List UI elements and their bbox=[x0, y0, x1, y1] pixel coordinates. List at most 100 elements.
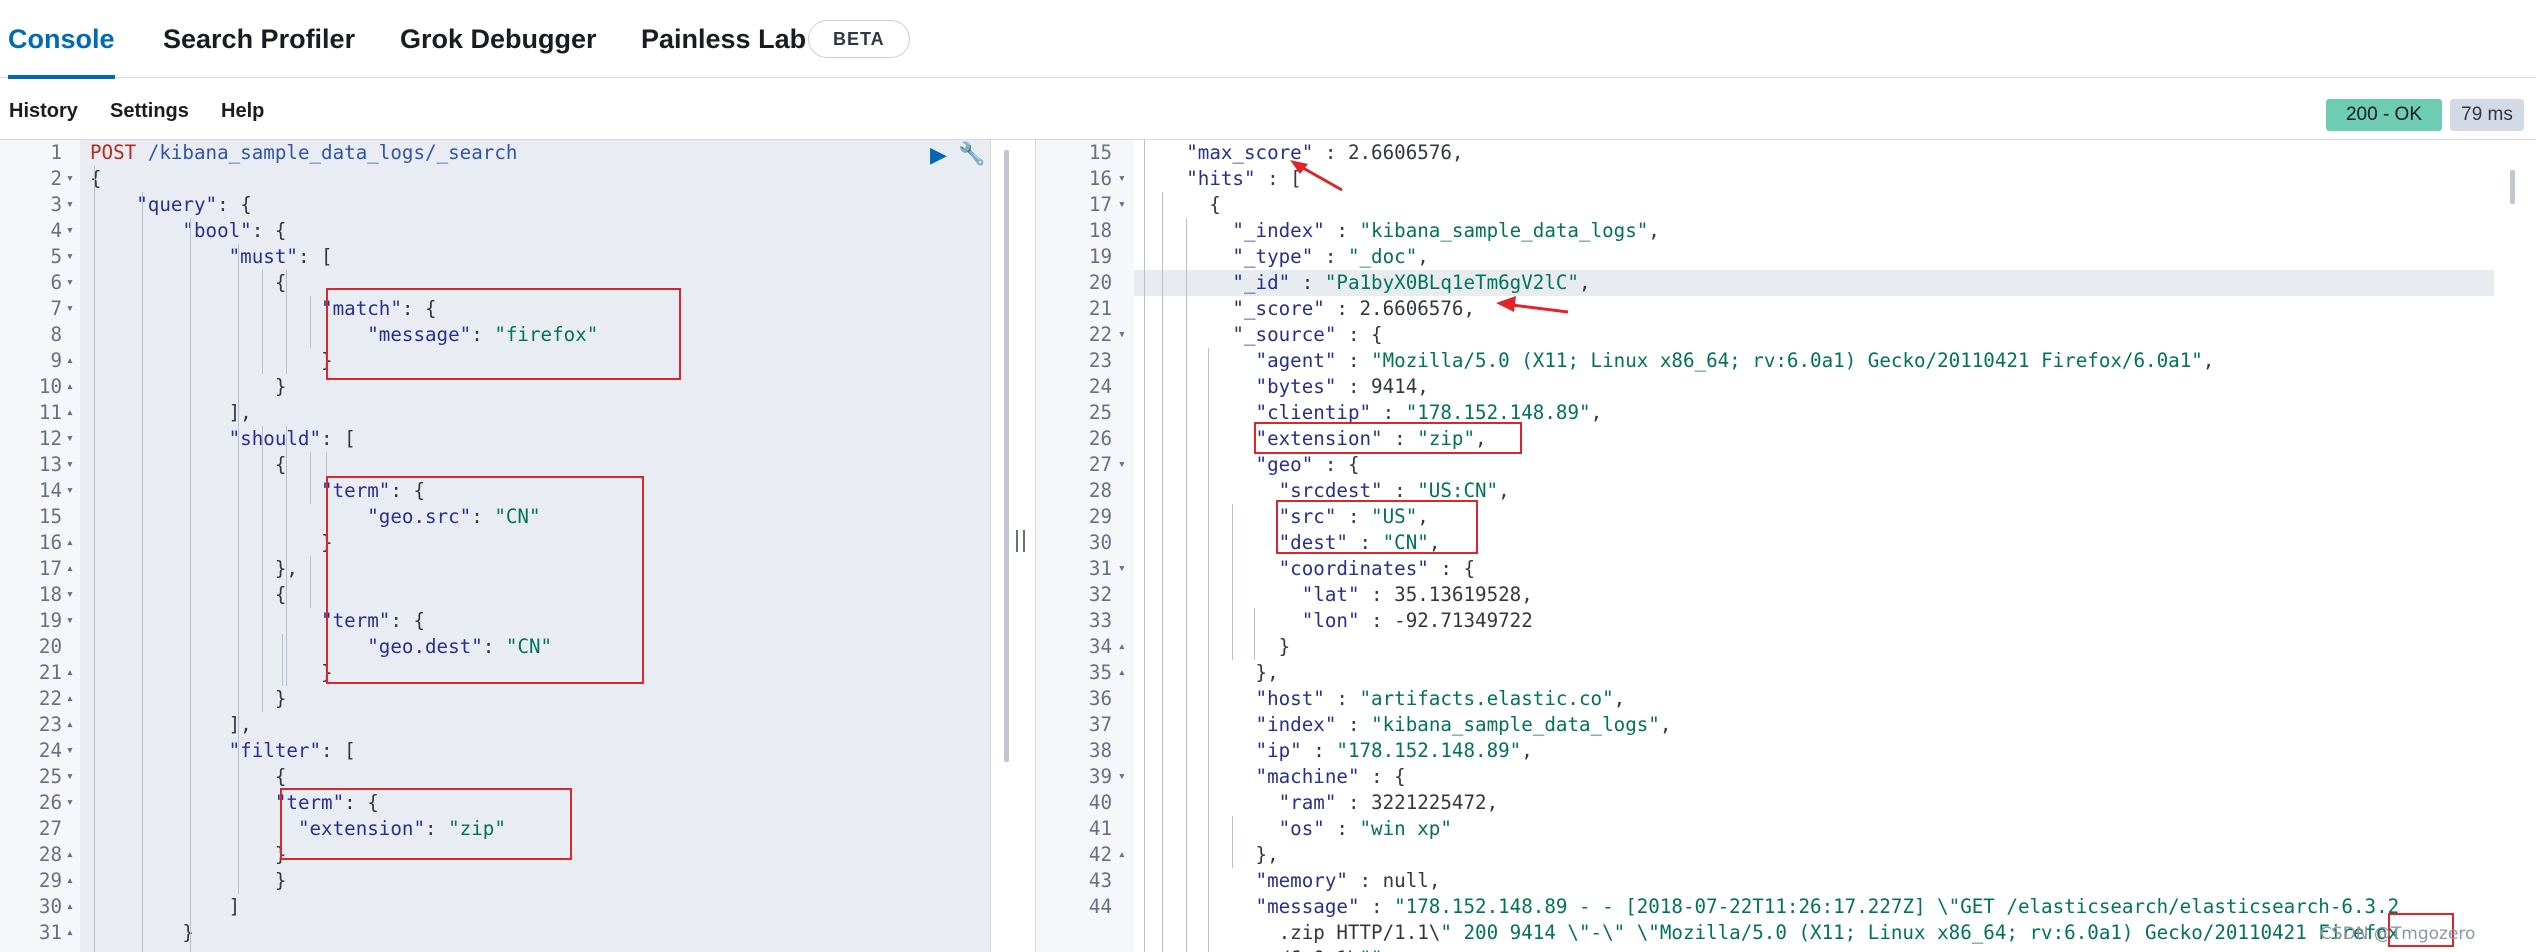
request-line[interactable]: 5 ▾ "must": [ bbox=[0, 244, 990, 270]
response-line[interactable]: 40 "ram" : 3221225472, bbox=[1036, 790, 2536, 816]
response-line[interactable]: 27 ▾ "geo" : { bbox=[1036, 452, 2536, 478]
fold-collapsed-icon[interactable]: ▴ bbox=[1118, 634, 1126, 660]
response-line[interactable]: 29 "src" : "US", bbox=[1036, 504, 2536, 530]
fold-expanded-icon[interactable]: ▾ bbox=[1118, 556, 1126, 582]
request-line[interactable]: 4 ▾ "bool": { bbox=[0, 218, 990, 244]
request-line[interactable]: 29 ▴ } bbox=[0, 868, 990, 894]
tab-painless-lab[interactable]: Painless Lab bbox=[641, 0, 806, 78]
response-line[interactable]: 43 "memory" : null, bbox=[1036, 868, 2536, 894]
response-line[interactable]: 30 "dest" : "CN", bbox=[1036, 530, 2536, 556]
pane-divider[interactable] bbox=[990, 140, 1036, 952]
response-line[interactable]: 37 "index" : "kibana_sample_data_logs", bbox=[1036, 712, 2536, 738]
tab-grok-debugger[interactable]: Grok Debugger bbox=[400, 0, 597, 78]
response-line[interactable]: 33 "lon" : -92.71349722 bbox=[1036, 608, 2536, 634]
request-line[interactable]: 12 ▾ "should": [ bbox=[0, 426, 990, 452]
fold-expanded-icon[interactable]: ▾ bbox=[66, 296, 74, 322]
fold-expanded-icon[interactable]: ▾ bbox=[66, 244, 74, 270]
fold-expanded-icon[interactable]: ▾ bbox=[66, 192, 74, 218]
fold-expanded-icon[interactable]: ▾ bbox=[66, 738, 74, 764]
fold-collapsed-icon[interactable]: ▴ bbox=[66, 556, 74, 582]
line-number: 5 bbox=[50, 245, 62, 268]
fold-collapsed-icon[interactable]: ▴ bbox=[66, 868, 74, 894]
history-menu[interactable]: History bbox=[9, 100, 78, 123]
resize-handle[interactable] bbox=[1016, 530, 1025, 552]
fold-expanded-icon[interactable]: ▾ bbox=[66, 218, 74, 244]
fold-collapsed-icon[interactable]: ▴ bbox=[66, 842, 74, 868]
response-line[interactable]: .zip HTTP/1.1\" 200 9414 \"-\" \"Mozilla… bbox=[1036, 920, 2536, 946]
response-line[interactable]: 36 "host" : "artifacts.elastic.co", bbox=[1036, 686, 2536, 712]
response-line[interactable]: 24 "bytes" : 9414, bbox=[1036, 374, 2536, 400]
request-line[interactable]: 23 ▴ ], bbox=[0, 712, 990, 738]
fold-expanded-icon[interactable]: ▾ bbox=[66, 790, 74, 816]
request-line[interactable]: 22 ▴ } bbox=[0, 686, 990, 712]
fold-expanded-icon[interactable]: ▾ bbox=[66, 608, 74, 634]
response-line[interactable]: 17 ▾ { bbox=[1036, 192, 2536, 218]
response-line[interactable]: 22 ▾ "_source" : { bbox=[1036, 322, 2536, 348]
fold-collapsed-icon[interactable]: ▴ bbox=[66, 660, 74, 686]
request-line[interactable]: 11 ▴ ], bbox=[0, 400, 990, 426]
annotation-box-filter bbox=[280, 788, 572, 860]
fold-collapsed-icon[interactable]: ▴ bbox=[66, 374, 74, 400]
response-line[interactable]: 41 "os" : "win xp" bbox=[1036, 816, 2536, 842]
request-scrollbar[interactable] bbox=[1004, 150, 1009, 762]
fold-expanded-icon[interactable]: ▾ bbox=[66, 166, 74, 192]
fold-expanded-icon[interactable]: ▾ bbox=[66, 582, 74, 608]
fold-expanded-icon[interactable]: ▾ bbox=[1118, 192, 1126, 218]
request-line[interactable]: 30 ▴ ] bbox=[0, 894, 990, 920]
response-line[interactable]: /6.0a1\"", bbox=[1036, 946, 2536, 952]
fold-collapsed-icon[interactable]: ▴ bbox=[66, 686, 74, 712]
response-scrollbar[interactable] bbox=[2510, 170, 2515, 204]
response-line[interactable]: 35 ▴ }, bbox=[1036, 660, 2536, 686]
fold-expanded-icon[interactable]: ▾ bbox=[1118, 166, 1126, 192]
send-request-icon[interactable]: ▶ bbox=[930, 143, 947, 168]
indent-guide bbox=[142, 192, 143, 952]
fold-collapsed-icon[interactable]: ▴ bbox=[66, 894, 74, 920]
fold-collapsed-icon[interactable]: ▴ bbox=[66, 530, 74, 556]
request-line[interactable]: 13 ▾ { bbox=[0, 452, 990, 478]
wrench-icon[interactable]: 🔧 bbox=[958, 142, 985, 167]
tab-search-profiler[interactable]: Search Profiler bbox=[163, 0, 355, 78]
response-line[interactable]: 18 "_index" : "kibana_sample_data_logs", bbox=[1036, 218, 2536, 244]
request-line[interactable]: 2 ▾ { bbox=[0, 166, 990, 192]
response-line[interactable]: 32 "lat" : 35.13619528, bbox=[1036, 582, 2536, 608]
fold-expanded-icon[interactable]: ▾ bbox=[66, 452, 74, 478]
request-line[interactable]: 25 ▾ { bbox=[0, 764, 990, 790]
code-text: POST /kibana_sample_data_logs/_search bbox=[90, 141, 518, 164]
response-line[interactable]: 20 "_id" : "Pa1byX0BLq1eTm6gV2lC", bbox=[1036, 270, 2536, 296]
request-line[interactable]: 31 ▴ } bbox=[0, 920, 990, 946]
response-line[interactable]: 15 "max_score" : 2.6606576, bbox=[1036, 140, 2536, 166]
response-line[interactable]: 28 "srcdest" : "US:CN", bbox=[1036, 478, 2536, 504]
fold-expanded-icon[interactable]: ▾ bbox=[1118, 452, 1126, 478]
response-line[interactable]: 42 ▴ }, bbox=[1036, 842, 2536, 868]
fold-expanded-icon[interactable]: ▾ bbox=[1118, 322, 1126, 348]
request-line[interactable]: 24 ▾ "filter": [ bbox=[0, 738, 990, 764]
response-line[interactable]: 21 "_score" : 2.6606576, bbox=[1036, 296, 2536, 322]
response-viewer[interactable]: 15 "max_score" : 2.6606576, 16 ▾ "hits" : … bbox=[1036, 140, 2536, 952]
response-line[interactable]: 19 "_type" : "_doc", bbox=[1036, 244, 2536, 270]
fold-collapsed-icon[interactable]: ▴ bbox=[1118, 660, 1126, 686]
tab-console[interactable]: Console bbox=[8, 0, 115, 79]
fold-expanded-icon[interactable]: ▾ bbox=[66, 764, 74, 790]
fold-collapsed-icon[interactable]: ▴ bbox=[66, 712, 74, 738]
response-line[interactable]: 38 "ip" : "178.152.148.89", bbox=[1036, 738, 2536, 764]
fold-collapsed-icon[interactable]: ▴ bbox=[1118, 842, 1126, 868]
response-line[interactable]: 39 ▾ "machine" : { bbox=[1036, 764, 2536, 790]
fold-collapsed-icon[interactable]: ▴ bbox=[66, 348, 74, 374]
response-line[interactable]: 23 "agent" : "Mozilla/5.0 (X11; Linux x8… bbox=[1036, 348, 2536, 374]
fold-expanded-icon[interactable]: ▾ bbox=[66, 426, 74, 452]
request-line[interactable]: 3 ▾ "query": { bbox=[0, 192, 990, 218]
code-text: }, bbox=[90, 557, 298, 580]
fold-expanded-icon[interactable]: ▾ bbox=[1118, 764, 1126, 790]
response-line[interactable]: 16 ▾ "hits" : [ bbox=[1036, 166, 2536, 192]
settings-menu[interactable]: Settings bbox=[110, 100, 189, 123]
line-number: 14 bbox=[38, 479, 62, 502]
fold-expanded-icon[interactable]: ▾ bbox=[66, 270, 74, 296]
fold-collapsed-icon[interactable]: ▴ bbox=[66, 920, 74, 946]
response-line[interactable]: 34 ▴ } bbox=[1036, 634, 2536, 660]
request-line[interactable]: 1 POST /kibana_sample_data_logs/_search bbox=[0, 140, 990, 166]
fold-collapsed-icon[interactable]: ▴ bbox=[66, 400, 74, 426]
fold-expanded-icon[interactable]: ▾ bbox=[66, 478, 74, 504]
response-line[interactable]: 31 ▾ "coordinates" : { bbox=[1036, 556, 2536, 582]
response-line[interactable]: 44 "message" : "178.152.148.89 - - [2018… bbox=[1036, 894, 2536, 920]
help-menu[interactable]: Help bbox=[221, 100, 264, 123]
